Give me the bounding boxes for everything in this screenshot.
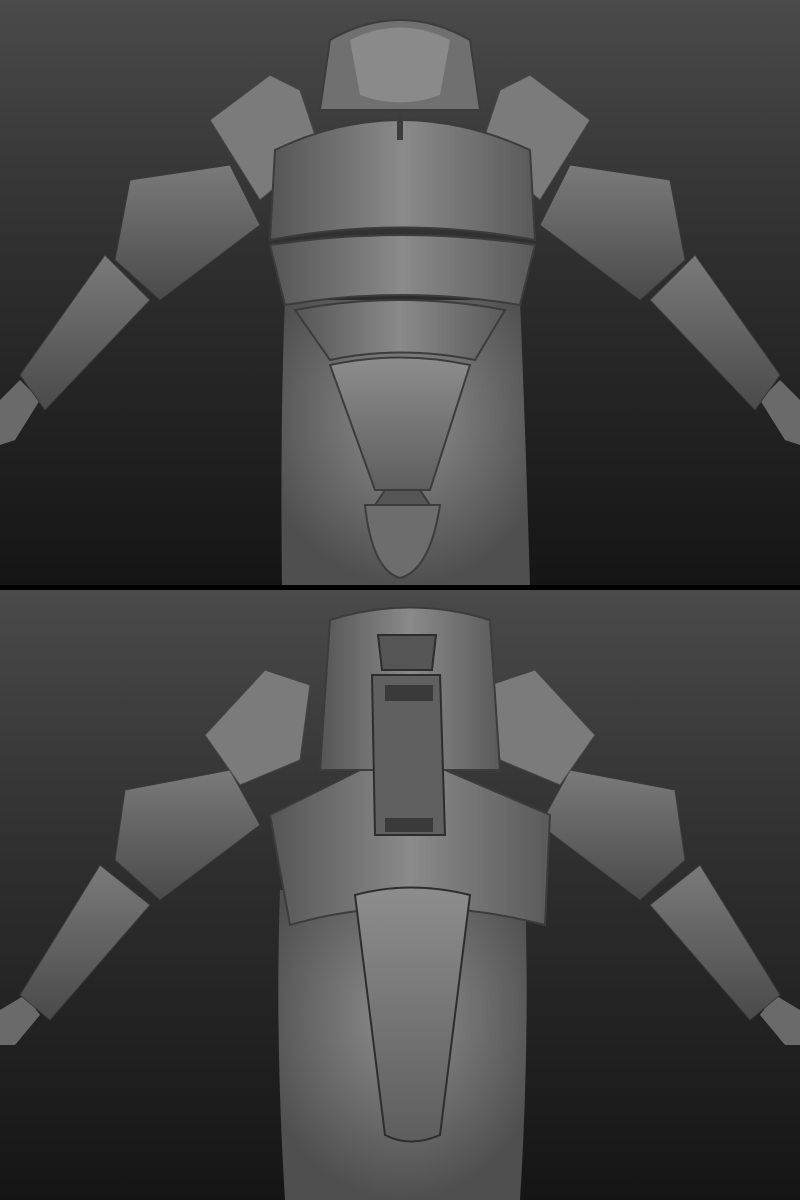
left-arm-back xyxy=(0,669,311,1045)
backpack-vent-top xyxy=(385,685,433,701)
back-view-panel xyxy=(0,590,800,1200)
backpack-vent-bottom xyxy=(385,818,433,832)
front-view-panel xyxy=(0,0,800,585)
lower-abdomen-plate xyxy=(293,299,507,362)
abdomen-plate xyxy=(268,234,537,307)
neck-rear-opening xyxy=(376,634,438,671)
left-arm xyxy=(0,74,321,445)
neck-opening xyxy=(350,27,450,103)
back-view-figure xyxy=(0,606,800,1200)
front-view-figure xyxy=(0,19,800,585)
